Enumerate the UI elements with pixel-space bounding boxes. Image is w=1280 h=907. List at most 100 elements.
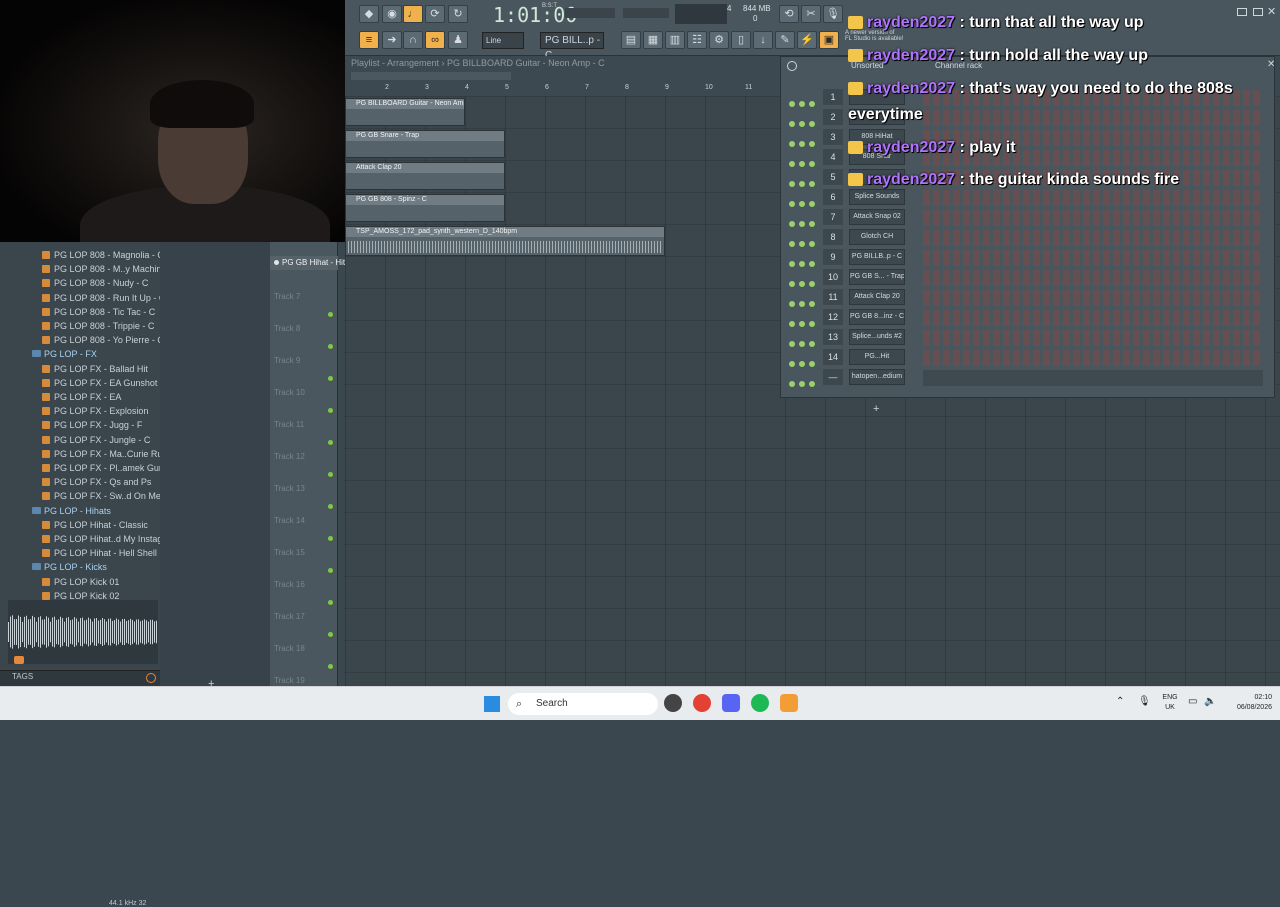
step-sequencer[interactable] [923, 290, 1263, 306]
channel-mute-leds[interactable] [789, 354, 819, 367]
track-enable-dot[interactable] [328, 408, 333, 413]
track-name[interactable]: Track 10 [274, 388, 305, 397]
channel-mute-leds[interactable] [789, 114, 819, 127]
pattern-clip[interactable]: PG GB Snare - Trap [345, 130, 505, 158]
step-sequencer[interactable] [923, 270, 1263, 286]
channel-number[interactable]: 7 [823, 209, 843, 225]
audio-clip[interactable]: TSP_AMOSS_172_pad_synth_western_D_140bpm [345, 226, 665, 256]
track-name[interactable]: Track 9 [274, 356, 300, 365]
channel-mute-leds[interactable] [789, 154, 819, 167]
channel-number[interactable]: 11 [823, 289, 843, 305]
channel-mute-leds[interactable] [789, 134, 819, 147]
snap-selector[interactable]: Line [482, 32, 524, 49]
master-volume-slider[interactable] [565, 8, 615, 18]
track-enable-dot[interactable] [328, 440, 333, 445]
channel-name-button[interactable]: hatopen...edium [849, 369, 905, 385]
pin-icon[interactable]: ↓ [753, 31, 773, 49]
pattern-clip[interactable]: Attack Clap 20 [345, 162, 505, 190]
track-name[interactable]: Track 8 [274, 324, 300, 333]
browser-item[interactable]: PG LOP FX - Jugg - F [41, 418, 142, 432]
browser-folder[interactable]: PG LOP - Hihats [32, 504, 111, 518]
channel-row[interactable]: 14 PG...Hit [781, 349, 1276, 367]
track-enable-dot[interactable] [328, 504, 333, 509]
step-sequencer[interactable] [923, 250, 1263, 266]
track-name[interactable]: Track 15 [274, 548, 305, 557]
channel-number[interactable]: 12 [823, 309, 843, 325]
track-enable-dot[interactable] [328, 472, 333, 477]
chrome-icon[interactable] [693, 694, 711, 712]
pattern-selector[interactable]: PG BILL..p - C [540, 32, 604, 61]
browser-item[interactable]: PG LOP 808 - Magnolia - C [42, 248, 164, 262]
track-name[interactable]: Track 14 [274, 516, 305, 525]
add-channel-icon[interactable]: + [873, 403, 879, 415]
channel-number[interactable]: 13 [823, 329, 843, 345]
channel-name-button[interactable]: PG GB S... - Trap [849, 269, 905, 285]
cut-icon[interactable]: ✂ [801, 5, 821, 23]
undo-icon[interactable]: ⟲ [779, 5, 799, 23]
track-name[interactable]: Track 19 [274, 676, 305, 685]
browser-item[interactable]: PG LOP Kick 01 [41, 575, 119, 589]
channel-number[interactable]: 14 [823, 349, 843, 365]
channel-name-button[interactable]: PG...Hit [849, 349, 905, 365]
plug-icon[interactable]: ⚡ [797, 31, 817, 49]
track-enable-dot[interactable] [328, 312, 333, 317]
channel-mute-leds[interactable] [789, 214, 819, 227]
channel-row[interactable]: 8 Glotch CH [781, 229, 1276, 247]
channel-mute-leds[interactable] [789, 274, 819, 287]
step-sequencer[interactable] [923, 330, 1263, 346]
step-sequencer[interactable] [923, 210, 1263, 226]
channel-row[interactable]: 9 PG BILLB..p - C [781, 249, 1276, 267]
browser-item[interactable]: PG LOP FX - Qs and Ps [41, 475, 151, 489]
channel-mute-leds[interactable] [789, 234, 819, 247]
step-sequencer[interactable] [923, 350, 1263, 366]
browser-item[interactable]: PG LOP 808 - Tic Tac - C [41, 305, 155, 319]
step-sequencer[interactable] [923, 230, 1263, 246]
browser-item[interactable]: PG LOP 808 - Trippie - C [41, 319, 154, 333]
browser-item[interactable]: PG LOP FX - EA Gunshot [41, 376, 157, 390]
track-enable-dot[interactable] [328, 632, 333, 637]
task-view-icon[interactable] [664, 694, 682, 712]
mic-tray-icon[interactable]: 🎙 [1138, 696, 1151, 707]
track-name[interactable]: Track 11 [274, 420, 304, 429]
stamp-icon[interactable]: ♟ [448, 31, 468, 49]
browser-item[interactable]: PG LOP 808 - Nudy - C [41, 276, 148, 290]
channel-mute-leds[interactable] [789, 174, 819, 187]
channel-mute-leds[interactable] [789, 314, 819, 327]
channel-number[interactable]: 2 [823, 109, 843, 125]
track-enable-dot[interactable] [328, 568, 333, 573]
selected-track-header[interactable]: PG GB Hihat - Hit [270, 256, 345, 270]
track-name[interactable]: Track 12 [274, 452, 305, 461]
timeline-ruler[interactable]: 2 3 4 5 6 7 8 9 10 11 [345, 84, 780, 96]
windows-start-icon[interactable] [484, 696, 500, 712]
menu-icon[interactable]: ≡ [359, 31, 379, 49]
channel-row[interactable]: 13 Splice...unds #2 [781, 329, 1276, 347]
channel-number[interactable]: 4 [823, 149, 843, 165]
channel-graph[interactable] [923, 370, 1263, 386]
piano-roll-icon[interactable]: ▦ [643, 31, 663, 49]
volume-icon[interactable]: 🔈 [1204, 696, 1216, 707]
search-icon[interactable] [146, 673, 156, 683]
track-name[interactable]: Track 18 [274, 644, 305, 653]
track-name[interactable]: Track 13 [274, 484, 305, 493]
master-pitch-slider[interactable] [623, 8, 669, 18]
pattern-clip[interactable]: PG BILLBOARD Guitar - Neon Amp - C [345, 98, 465, 126]
channel-row[interactable]: 7 Attack Snap 02 [781, 209, 1276, 227]
channel-name-button[interactable]: Attack Snap 02 [849, 209, 905, 225]
rack-options-icon[interactable] [787, 61, 797, 71]
tool-icon[interactable]: ✎ [775, 31, 795, 49]
track-enable-dot[interactable] [328, 344, 333, 349]
browser-folder[interactable]: PG LOP - FX [32, 347, 97, 361]
track-enable-dot[interactable] [328, 376, 333, 381]
browser-item[interactable]: PG LOP 808 - Run It Up - C [41, 291, 165, 305]
playlist-scrollbar[interactable] [351, 72, 511, 80]
channel-number[interactable]: 6 [823, 189, 843, 205]
play-preview-icon[interactable] [14, 656, 24, 664]
wait-icon[interactable]: ⟳ [425, 5, 445, 23]
channel-number[interactable]: — [823, 369, 843, 385]
track-enable-dot[interactable] [328, 600, 333, 605]
step-sequencer[interactable] [923, 310, 1263, 326]
channel-mute-leds[interactable] [789, 94, 819, 107]
link-icon[interactable]: ∞ [425, 31, 445, 49]
channel-name-button[interactable]: PG GB 8...inz - C [849, 309, 905, 325]
browser-item[interactable]: PG LOP Hihat - Hell Shell [42, 546, 157, 560]
